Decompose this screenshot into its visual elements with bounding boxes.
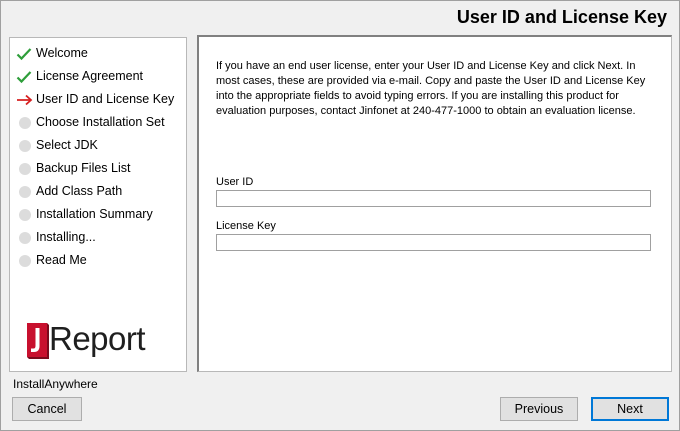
- step-label: Installation Summary: [36, 207, 153, 221]
- user-id-label: User ID: [216, 176, 254, 188]
- step-label: Read Me: [36, 253, 87, 267]
- circle-icon: [16, 185, 34, 199]
- step-item: License Agreement: [10, 68, 186, 91]
- step-label: Choose Installation Set: [36, 115, 165, 129]
- license-key-label: License Key: [216, 220, 276, 232]
- step-item: Backup Files List: [10, 160, 186, 183]
- step-item: Add Class Path: [10, 183, 186, 206]
- step-label: Backup Files List: [36, 161, 131, 175]
- next-button[interactable]: Next: [591, 397, 669, 421]
- jreport-logo: Report: [27, 320, 167, 361]
- step-item: User ID and License Key: [10, 91, 186, 114]
- circle-icon: [16, 116, 34, 130]
- step-label: User ID and License Key: [36, 92, 175, 106]
- circle-icon: [16, 231, 34, 245]
- step-item: Read Me: [10, 252, 186, 275]
- content-panel: If you have an end user license, enter y…: [197, 35, 672, 372]
- installer-brand: InstallAnywhere: [13, 377, 98, 391]
- step-list: Welcome License Agreement User ID and Lice…: [10, 45, 186, 275]
- user-id-input[interactable]: [216, 190, 651, 207]
- checkmark-icon: [16, 47, 34, 61]
- step-item: Choose Installation Set: [10, 114, 186, 137]
- step-label: Select JDK: [36, 138, 98, 152]
- license-key-input[interactable]: [216, 234, 651, 251]
- step-item: Installation Summary: [10, 206, 186, 229]
- page-title: User ID and License Key: [456, 7, 667, 27]
- step-label: Welcome: [36, 46, 88, 60]
- step-label: License Agreement: [36, 69, 144, 83]
- step-item: Select JDK: [10, 137, 186, 160]
- previous-button[interactable]: Previous: [500, 397, 578, 421]
- step-item: Welcome: [10, 45, 186, 68]
- arrow-right-icon: [16, 93, 34, 107]
- instructions-text: If you have an end user license, enter y…: [216, 60, 646, 117]
- circle-icon: [16, 254, 34, 268]
- step-label: Installing...: [36, 230, 96, 244]
- step-item: Installing...: [10, 229, 186, 252]
- steps-panel: Welcome License Agreement User ID and Lice…: [9, 37, 187, 372]
- circle-icon: [16, 139, 34, 153]
- cancel-button[interactable]: Cancel: [12, 397, 82, 421]
- circle-icon: [16, 162, 34, 176]
- logo-text: Report: [49, 320, 146, 357]
- step-label: Add Class Path: [36, 184, 123, 198]
- checkmark-icon: [16, 70, 34, 84]
- installer-window: User ID and License Key Welcome License A…: [0, 0, 680, 431]
- circle-icon: [16, 208, 34, 222]
- logo-mark-icon: [27, 323, 49, 359]
